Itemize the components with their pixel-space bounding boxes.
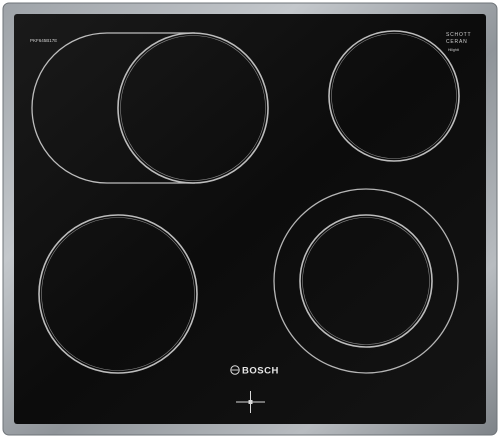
schott-label: SCHOTT — [446, 32, 471, 38]
model-code: PKF645B17E — [30, 38, 57, 43]
ceran-label: CERAN — [446, 39, 468, 45]
glass-panel — [14, 14, 486, 424]
ceramic-hob: PKF645B17E SCHOTT CERAN Hilightt BOSCH — [2, 2, 498, 436]
brand-name: BOSCH — [242, 366, 279, 377]
logo-subtitle: Hilightt — [448, 48, 459, 52]
